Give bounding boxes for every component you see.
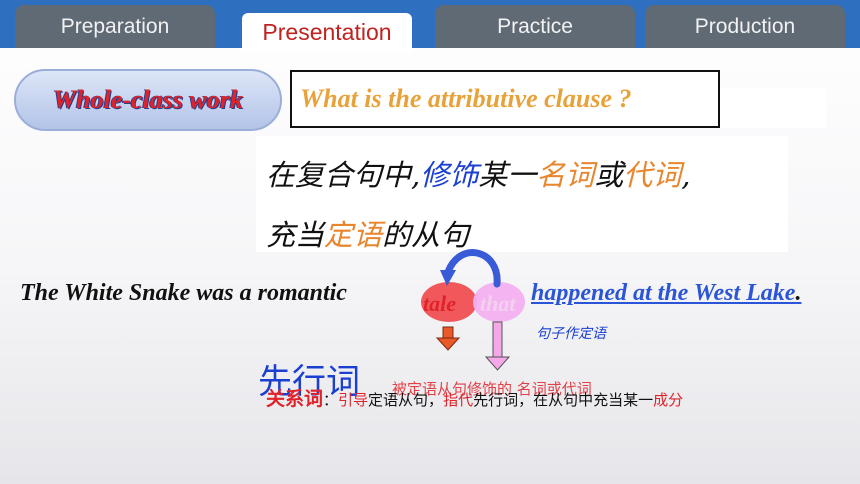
relative-term: 关系词 (266, 388, 324, 410)
fn-component: 成分 (653, 391, 684, 409)
red-arrow-head-icon (435, 337, 461, 351)
colon: ： (323, 391, 339, 409)
curved-arrow-icon (444, 249, 501, 288)
pink-arrow-shaft (492, 321, 503, 359)
fn-text: 定语从句， (368, 391, 444, 409)
pink-arrow-head-icon (484, 356, 511, 371)
arrow-graphics (435, 249, 511, 371)
fn-introduce: 引导 (338, 391, 369, 409)
red-arrow-shaft (442, 326, 454, 340)
curved-arrowhead-icon (440, 270, 456, 286)
fn-refer: 指代 (443, 391, 474, 409)
fn-text: 先行词，在从句中充当某一 (473, 391, 654, 409)
relative-word-explanation: 关系词：引导定语从句，指代先行词，在从句中充当某一成分 (266, 384, 683, 411)
